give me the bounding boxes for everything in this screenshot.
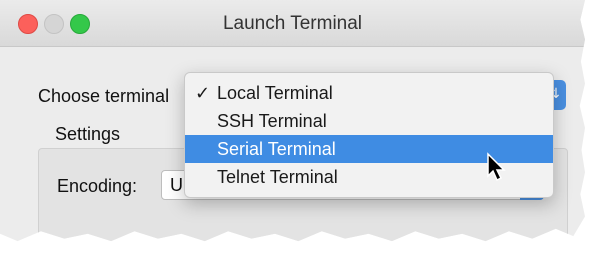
menu-item-label: Local Terminal [217,83,333,103]
encoding-label: Encoding: [57,176,138,196]
settings-title: Settings [55,124,121,144]
menu-item-ssh-terminal[interactable]: SSH Terminal [185,107,553,135]
choose-terminal-label: Choose terminal [38,86,170,106]
window-title: Launch Terminal [222,13,363,34]
menu-item-label: SSH Terminal [217,111,327,131]
menu-item-local-terminal[interactable]: ✓ Local Terminal [185,79,553,107]
checkmark-icon: ✓ [195,83,211,103]
menu-item-label: Serial Terminal [217,139,336,159]
menu-item-label: Telnet Terminal [217,167,338,187]
title-bar: Launch Terminal [0,0,585,47]
mouse-pointer-icon [487,152,506,182]
